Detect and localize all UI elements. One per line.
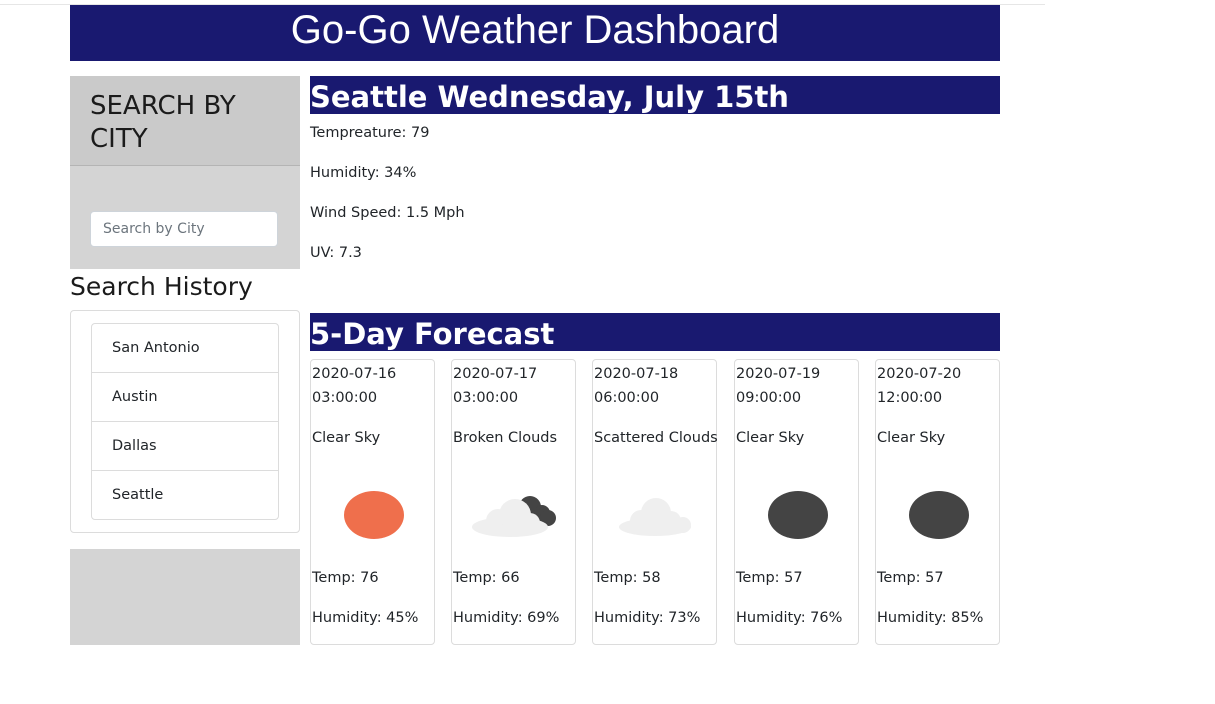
forecast-time: 03:00:00 bbox=[453, 390, 519, 406]
forecast-card: 2020-07-18 06:00:00 Scattered Clouds Tem… bbox=[592, 359, 718, 645]
forecast-datetime: 2020-07-18 06:00:00 bbox=[594, 362, 717, 410]
broken-clouds-icon bbox=[472, 496, 556, 537]
forecast-datetime: 2020-07-20 12:00:00 bbox=[877, 362, 1000, 410]
forecast-description: Broken Clouds bbox=[453, 430, 558, 446]
current-temperature: Tempreature: 79 bbox=[310, 125, 430, 141]
forecast-heading: 5-Day Forecast bbox=[310, 313, 1000, 351]
search-history-card: San Antonio Austin Dallas Seattle bbox=[70, 310, 300, 533]
cloud-icon bbox=[619, 498, 691, 536]
forecast-description: Clear Sky bbox=[312, 430, 381, 446]
forecast-time: 12:00:00 bbox=[877, 390, 943, 406]
forecast-date: 2020-07-16 bbox=[312, 366, 397, 382]
history-item-dallas[interactable]: Dallas bbox=[92, 422, 278, 471]
forecast-date: 2020-07-19 bbox=[736, 366, 821, 382]
forecast-datetime: 2020-07-19 09:00:00 bbox=[736, 362, 859, 410]
forecast-time: 09:00:00 bbox=[736, 390, 802, 406]
forecast-temp: Temp: 57 bbox=[736, 570, 803, 586]
forecast-temp: Temp: 57 bbox=[877, 570, 944, 586]
forecast-time: 03:00:00 bbox=[312, 390, 378, 406]
current-uv-index: UV: 7.3 bbox=[310, 245, 362, 261]
forecast-temp: Temp: 76 bbox=[312, 570, 379, 586]
app-header: Go-Go Weather Dashboard bbox=[70, 5, 1000, 61]
history-item-san-antonio[interactable]: San Antonio bbox=[92, 324, 278, 373]
forecast-card: 2020-07-19 09:00:00 Clear Sky Temp: 57 H… bbox=[734, 359, 859, 645]
forecast-humidity: Humidity: 45% bbox=[312, 610, 419, 626]
search-history-list: San Antonio Austin Dallas Seattle bbox=[91, 323, 279, 520]
search-title: SEARCH BY CITY bbox=[90, 91, 236, 154]
moon-icon bbox=[768, 491, 828, 539]
sun-icon bbox=[344, 491, 404, 539]
forecast-datetime: 2020-07-17 03:00:00 bbox=[453, 362, 576, 410]
forecast-card: 2020-07-16 03:00:00 Clear Sky Temp: 76 H… bbox=[310, 359, 435, 645]
empty-panel bbox=[70, 549, 300, 645]
search-input[interactable] bbox=[90, 211, 278, 247]
history-item-seattle[interactable]: Seattle bbox=[92, 471, 278, 519]
search-panel: SEARCH BY CITY bbox=[70, 76, 300, 269]
forecast-description: Clear Sky bbox=[877, 430, 946, 446]
forecast-datetime: 2020-07-16 03:00:00 bbox=[312, 362, 435, 410]
forecast-humidity: Humidity: 85% bbox=[877, 610, 984, 626]
moon-icon bbox=[909, 491, 969, 539]
search-history-title: Search History bbox=[70, 272, 253, 301]
forecast-temp: Temp: 58 bbox=[594, 570, 661, 586]
forecast-description: Scattered Clouds bbox=[594, 430, 718, 446]
forecast-card: 2020-07-20 12:00:00 Clear Sky Temp: 57 H… bbox=[875, 359, 1000, 645]
current-humidity: Humidity: 34% bbox=[310, 165, 417, 181]
forecast-temp: Temp: 66 bbox=[453, 570, 520, 586]
forecast-date: 2020-07-17 bbox=[453, 366, 538, 382]
forecast-time: 06:00:00 bbox=[594, 390, 660, 406]
forecast-description: Clear Sky bbox=[736, 430, 805, 446]
forecast-humidity: Humidity: 69% bbox=[453, 610, 560, 626]
forecast-card: 2020-07-17 03:00:00 Broken Clouds Temp: … bbox=[451, 359, 576, 645]
forecast-date: 2020-07-18 bbox=[594, 366, 679, 382]
current-wind-speed: Wind Speed: 1.5 Mph bbox=[310, 205, 465, 221]
forecast-date: 2020-07-20 bbox=[877, 366, 962, 382]
app-title: Go-Go Weather Dashboard bbox=[290, 7, 780, 52]
forecast-humidity: Humidity: 73% bbox=[594, 610, 701, 626]
search-title-box: SEARCH BY CITY bbox=[70, 76, 300, 166]
forecast-humidity: Humidity: 76% bbox=[736, 610, 843, 626]
current-city-heading: Seattle Wednesday, July 15th bbox=[310, 76, 1000, 114]
history-item-austin[interactable]: Austin bbox=[92, 373, 278, 422]
